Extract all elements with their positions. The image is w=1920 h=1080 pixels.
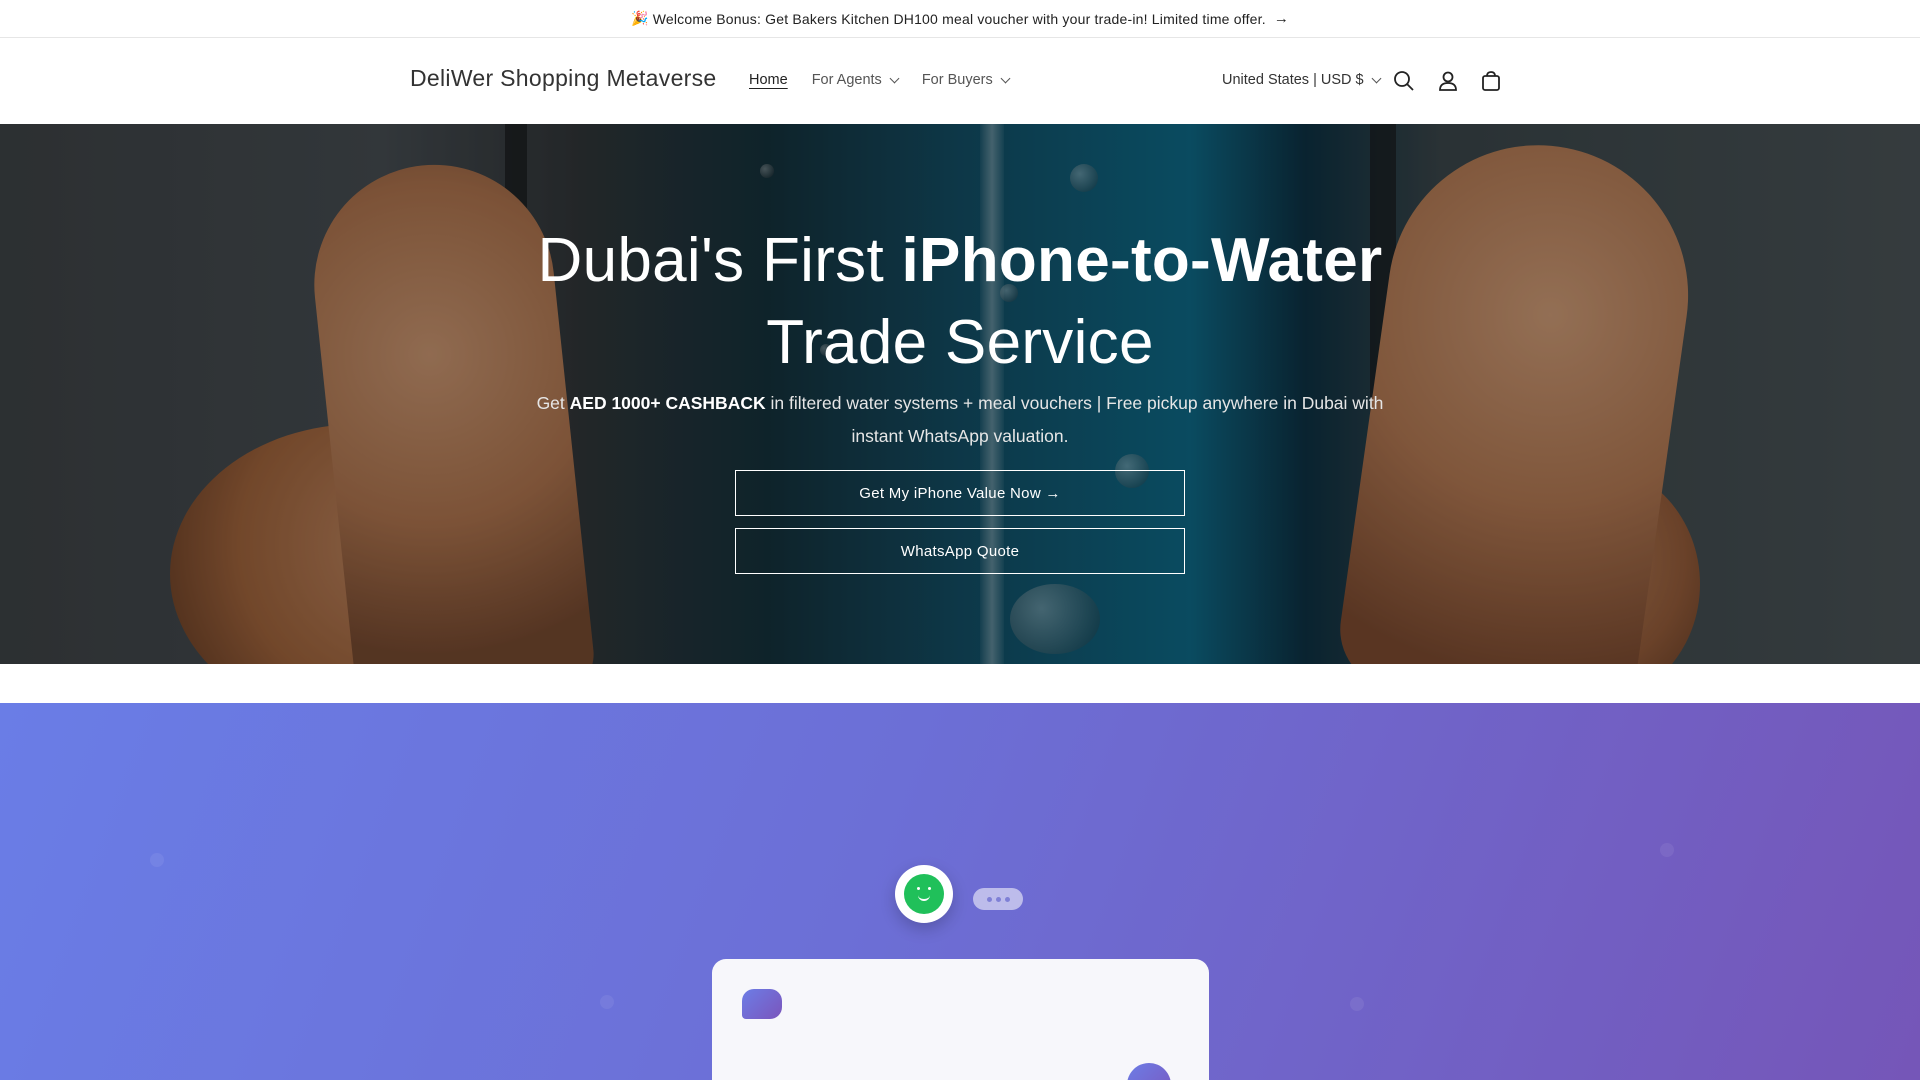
party-icon: 🎉 — [630, 10, 649, 26]
send-icon[interactable] — [1127, 1063, 1171, 1080]
chevron-down-icon — [1000, 73, 1011, 83]
region-selector[interactable]: United States | USD $ — [1222, 72, 1382, 88]
hero-content: Dubai's First iPhone-to-Water Trade Serv… — [0, 124, 1920, 664]
hero-title: Dubai's First iPhone-to-Water Trade Serv… — [537, 226, 1383, 377]
whatsapp-quote-button[interactable]: WhatsApp Quote — [735, 528, 1185, 574]
site-header: DeliWer Shopping Metaverse Home For Agen… — [0, 38, 1920, 124]
decor-dot — [1350, 997, 1364, 1011]
decor-dot — [600, 995, 614, 1009]
search-icon[interactable] — [1391, 68, 1417, 94]
get-iphone-value-button[interactable]: Get My iPhone Value Now → — [735, 470, 1185, 516]
chevron-down-icon — [889, 73, 900, 83]
chat-avatar — [895, 865, 953, 923]
decor-dot — [150, 853, 164, 867]
hero-banner: Dubai's First iPhone-to-Water Trade Serv… — [0, 124, 1920, 664]
typing-dots-icon — [973, 888, 1023, 910]
chevron-down-icon — [1371, 73, 1382, 83]
account-icon[interactable] — [1435, 68, 1461, 94]
hero-subtitle: Get AED 1000+ CASHBACK in filtered water… — [536, 393, 1384, 446]
main-nav: Home For Agents For Buyers — [749, 72, 1033, 88]
chat-promo-section — [0, 703, 1920, 1080]
brand-logo[interactable]: DeliWer Shopping Metaverse — [410, 65, 717, 92]
chat-card — [712, 959, 1209, 1080]
chat-bubble-icon — [742, 989, 782, 1019]
nav-item-for-agents[interactable]: For Agents — [812, 72, 900, 88]
announcement-bar[interactable]: 🎉 Welcome Bonus: Get Bakers Kitchen DH10… — [0, 0, 1920, 38]
announcement-text: Welcome Bonus: Get Bakers Kitchen DH100 … — [652, 10, 1266, 27]
smiley-icon — [904, 874, 944, 914]
arrow-right-icon[interactable]: → — [1274, 10, 1289, 27]
decor-dot — [1660, 843, 1674, 857]
nav-item-home[interactable]: Home — [749, 72, 788, 88]
cart-icon[interactable] — [1478, 68, 1504, 94]
nav-item-for-buyers[interactable]: For Buyers — [922, 72, 1011, 88]
